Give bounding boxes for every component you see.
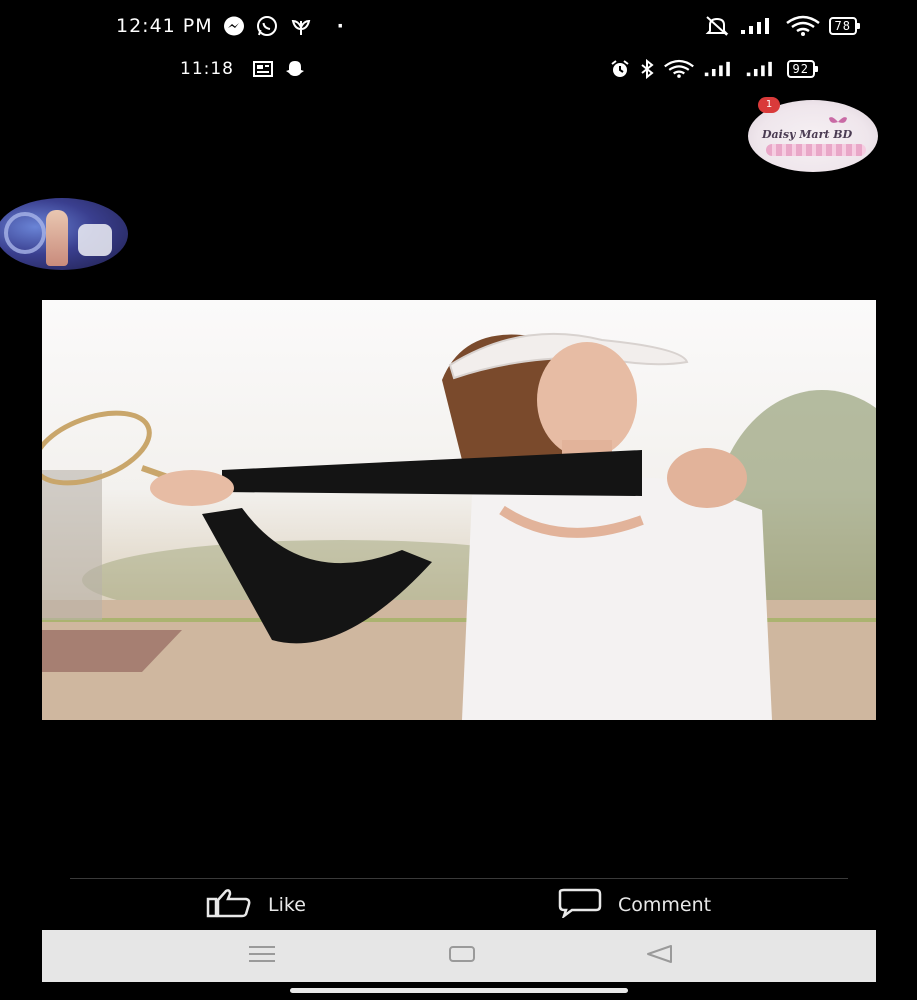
profile-avatar[interactable] [0,198,128,270]
wifi-icon [785,15,821,37]
avatar-decoration-shape [78,224,112,256]
back-triangle-icon [645,944,675,968]
signal-icon-sim2 [745,60,779,78]
home-square-icon [448,945,476,967]
avatar-person [46,210,68,266]
back-button[interactable] [620,930,700,982]
notification-badge: 1 [758,97,780,113]
action-divider [70,878,848,879]
snapchat-icon [284,59,306,79]
bluetooth-icon [639,59,655,79]
status-time: 12:41 PM [116,15,213,37]
inner-status-bar: 11:18 92 [0,54,917,84]
home-button[interactable] [422,930,502,982]
butterfly-icon [828,114,848,133]
alarm-icon [609,59,631,79]
signal-icon-sim1 [703,60,737,78]
menu-lines-icon [247,945,277,967]
whatsapp-icon [255,15,279,37]
recent-apps-button[interactable] [222,930,302,982]
messenger-icon [223,15,245,37]
battery-indicator: 78 [828,17,861,35]
mute-bell-icon [703,15,731,37]
like-button[interactable]: Like [206,888,306,922]
comment-label: Comment [618,894,712,916]
news-icon [252,60,274,78]
avatar-decoration-ring [4,212,46,254]
comment-bubble-icon [556,888,604,923]
system-nav-bar [42,930,876,982]
battery-indicator-inner: 92 [786,60,819,78]
comment-button[interactable]: Comment [556,888,711,922]
leaf-icon [289,15,313,37]
thumbs-up-icon [206,888,254,923]
signal-icon [739,16,777,36]
lace-decoration [766,144,866,156]
tennis-player-illustration [42,332,876,720]
post-photo[interactable] [42,300,876,720]
home-indicator-bar[interactable] [290,988,628,993]
status-dot: · [336,15,345,37]
status-time-inner: 11:18 [180,59,234,79]
like-label: Like [268,894,306,916]
wifi-icon-inner [663,59,695,79]
outer-status-bar: 12:41 PM · 78 [0,10,917,42]
